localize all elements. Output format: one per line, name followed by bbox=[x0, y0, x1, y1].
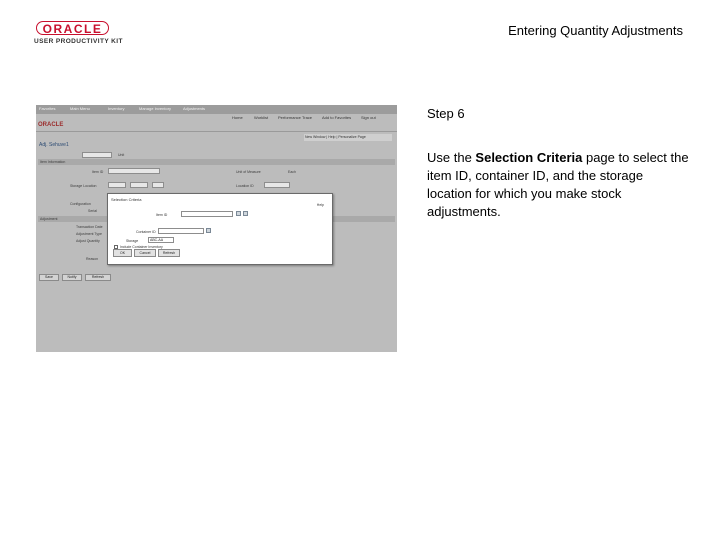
field-label: Serial bbox=[88, 209, 97, 213]
menu-item: Main Menu bbox=[70, 106, 90, 111]
field-label: Item ID bbox=[92, 170, 104, 174]
page-title: Adj. Sehuve1 bbox=[39, 142, 69, 148]
section-band bbox=[38, 159, 395, 165]
upk-logo-text: USER PRODUCTIVITY KIT bbox=[34, 38, 123, 45]
nav-link: Add to Favorites bbox=[322, 115, 352, 120]
step-description: Use the Selection Criteria page to selec… bbox=[427, 149, 689, 221]
storage-label: Storage bbox=[126, 239, 139, 243]
step-heading: Step 6 bbox=[427, 106, 465, 121]
menu-item: Manage Inventory bbox=[139, 106, 172, 111]
location-field bbox=[264, 182, 290, 188]
menu-item: Adjustments bbox=[183, 106, 206, 111]
item-id-input[interactable] bbox=[181, 211, 233, 217]
container-id-input[interactable] bbox=[158, 228, 204, 234]
field-label: Transaction Date bbox=[76, 225, 103, 229]
menu-item: Favorites bbox=[39, 106, 56, 111]
field-label: Unit bbox=[118, 153, 125, 157]
field-label: Adjust Quantity bbox=[76, 239, 100, 243]
refresh-button[interactable]: Refresh bbox=[158, 249, 180, 257]
ok-button[interactable]: OK bbox=[113, 249, 132, 257]
nav-link: Performance Trace bbox=[278, 115, 313, 120]
field-label: Storage Location bbox=[70, 184, 97, 188]
cancel-button[interactable]: Cancel bbox=[134, 249, 156, 257]
app-brand: ORACLE bbox=[38, 122, 64, 128]
lookup-icon[interactable] bbox=[206, 228, 211, 233]
menu-bar: Favorites Main Menu Inventory Manage Inv… bbox=[36, 105, 397, 114]
storage-field bbox=[152, 182, 164, 188]
nav-link: Sign out bbox=[361, 115, 376, 120]
field-label: Adjustment Type bbox=[76, 232, 103, 236]
header-divider bbox=[36, 131, 397, 132]
section-label: Adjustment bbox=[40, 217, 58, 221]
description-emphasis: Selection Criteria bbox=[475, 150, 583, 165]
item-id-label: Item ID bbox=[156, 213, 168, 217]
field-label: Configuration bbox=[70, 202, 91, 206]
section-label: Item Information bbox=[40, 160, 66, 164]
document-title: Entering Quantity Adjustments bbox=[508, 23, 683, 38]
oracle-logo-text: ORACLE bbox=[42, 22, 103, 36]
detail-icon[interactable] bbox=[243, 211, 248, 216]
container-id-label: Container ID bbox=[136, 230, 156, 234]
field-value: Each bbox=[288, 170, 296, 174]
field-label: Unit of Measure bbox=[236, 170, 261, 174]
application-screenshot: Favorites Main Menu Inventory Manage Inv… bbox=[36, 105, 397, 352]
page-links: New Window | Help | Personalize Page bbox=[304, 134, 392, 141]
storage-input[interactable]: ABC-AA bbox=[148, 237, 174, 243]
unit-field bbox=[82, 152, 112, 158]
lookup-icon[interactable] bbox=[236, 211, 241, 216]
nav-link: Home bbox=[232, 115, 243, 120]
selection-criteria-dialog: Selection Criteria Help Item ID Containe… bbox=[107, 193, 333, 265]
help-link[interactable]: Help bbox=[317, 203, 324, 207]
item-id-field bbox=[108, 168, 160, 174]
dialog-title: Selection Criteria bbox=[111, 197, 142, 202]
save-button: Save bbox=[39, 274, 59, 281]
notify-button: Notify bbox=[62, 274, 82, 281]
oracle-logo: ORACLE bbox=[36, 21, 109, 36]
storage-field bbox=[130, 182, 148, 188]
storage-field bbox=[108, 182, 126, 188]
field-label: Location ID bbox=[236, 184, 254, 188]
description-text: Use the bbox=[427, 150, 476, 165]
field-label: Reason bbox=[86, 257, 99, 261]
menu-item: Inventory bbox=[108, 106, 125, 111]
refresh-button: Refresh bbox=[85, 274, 111, 281]
nav-link: Worklist bbox=[254, 115, 269, 120]
